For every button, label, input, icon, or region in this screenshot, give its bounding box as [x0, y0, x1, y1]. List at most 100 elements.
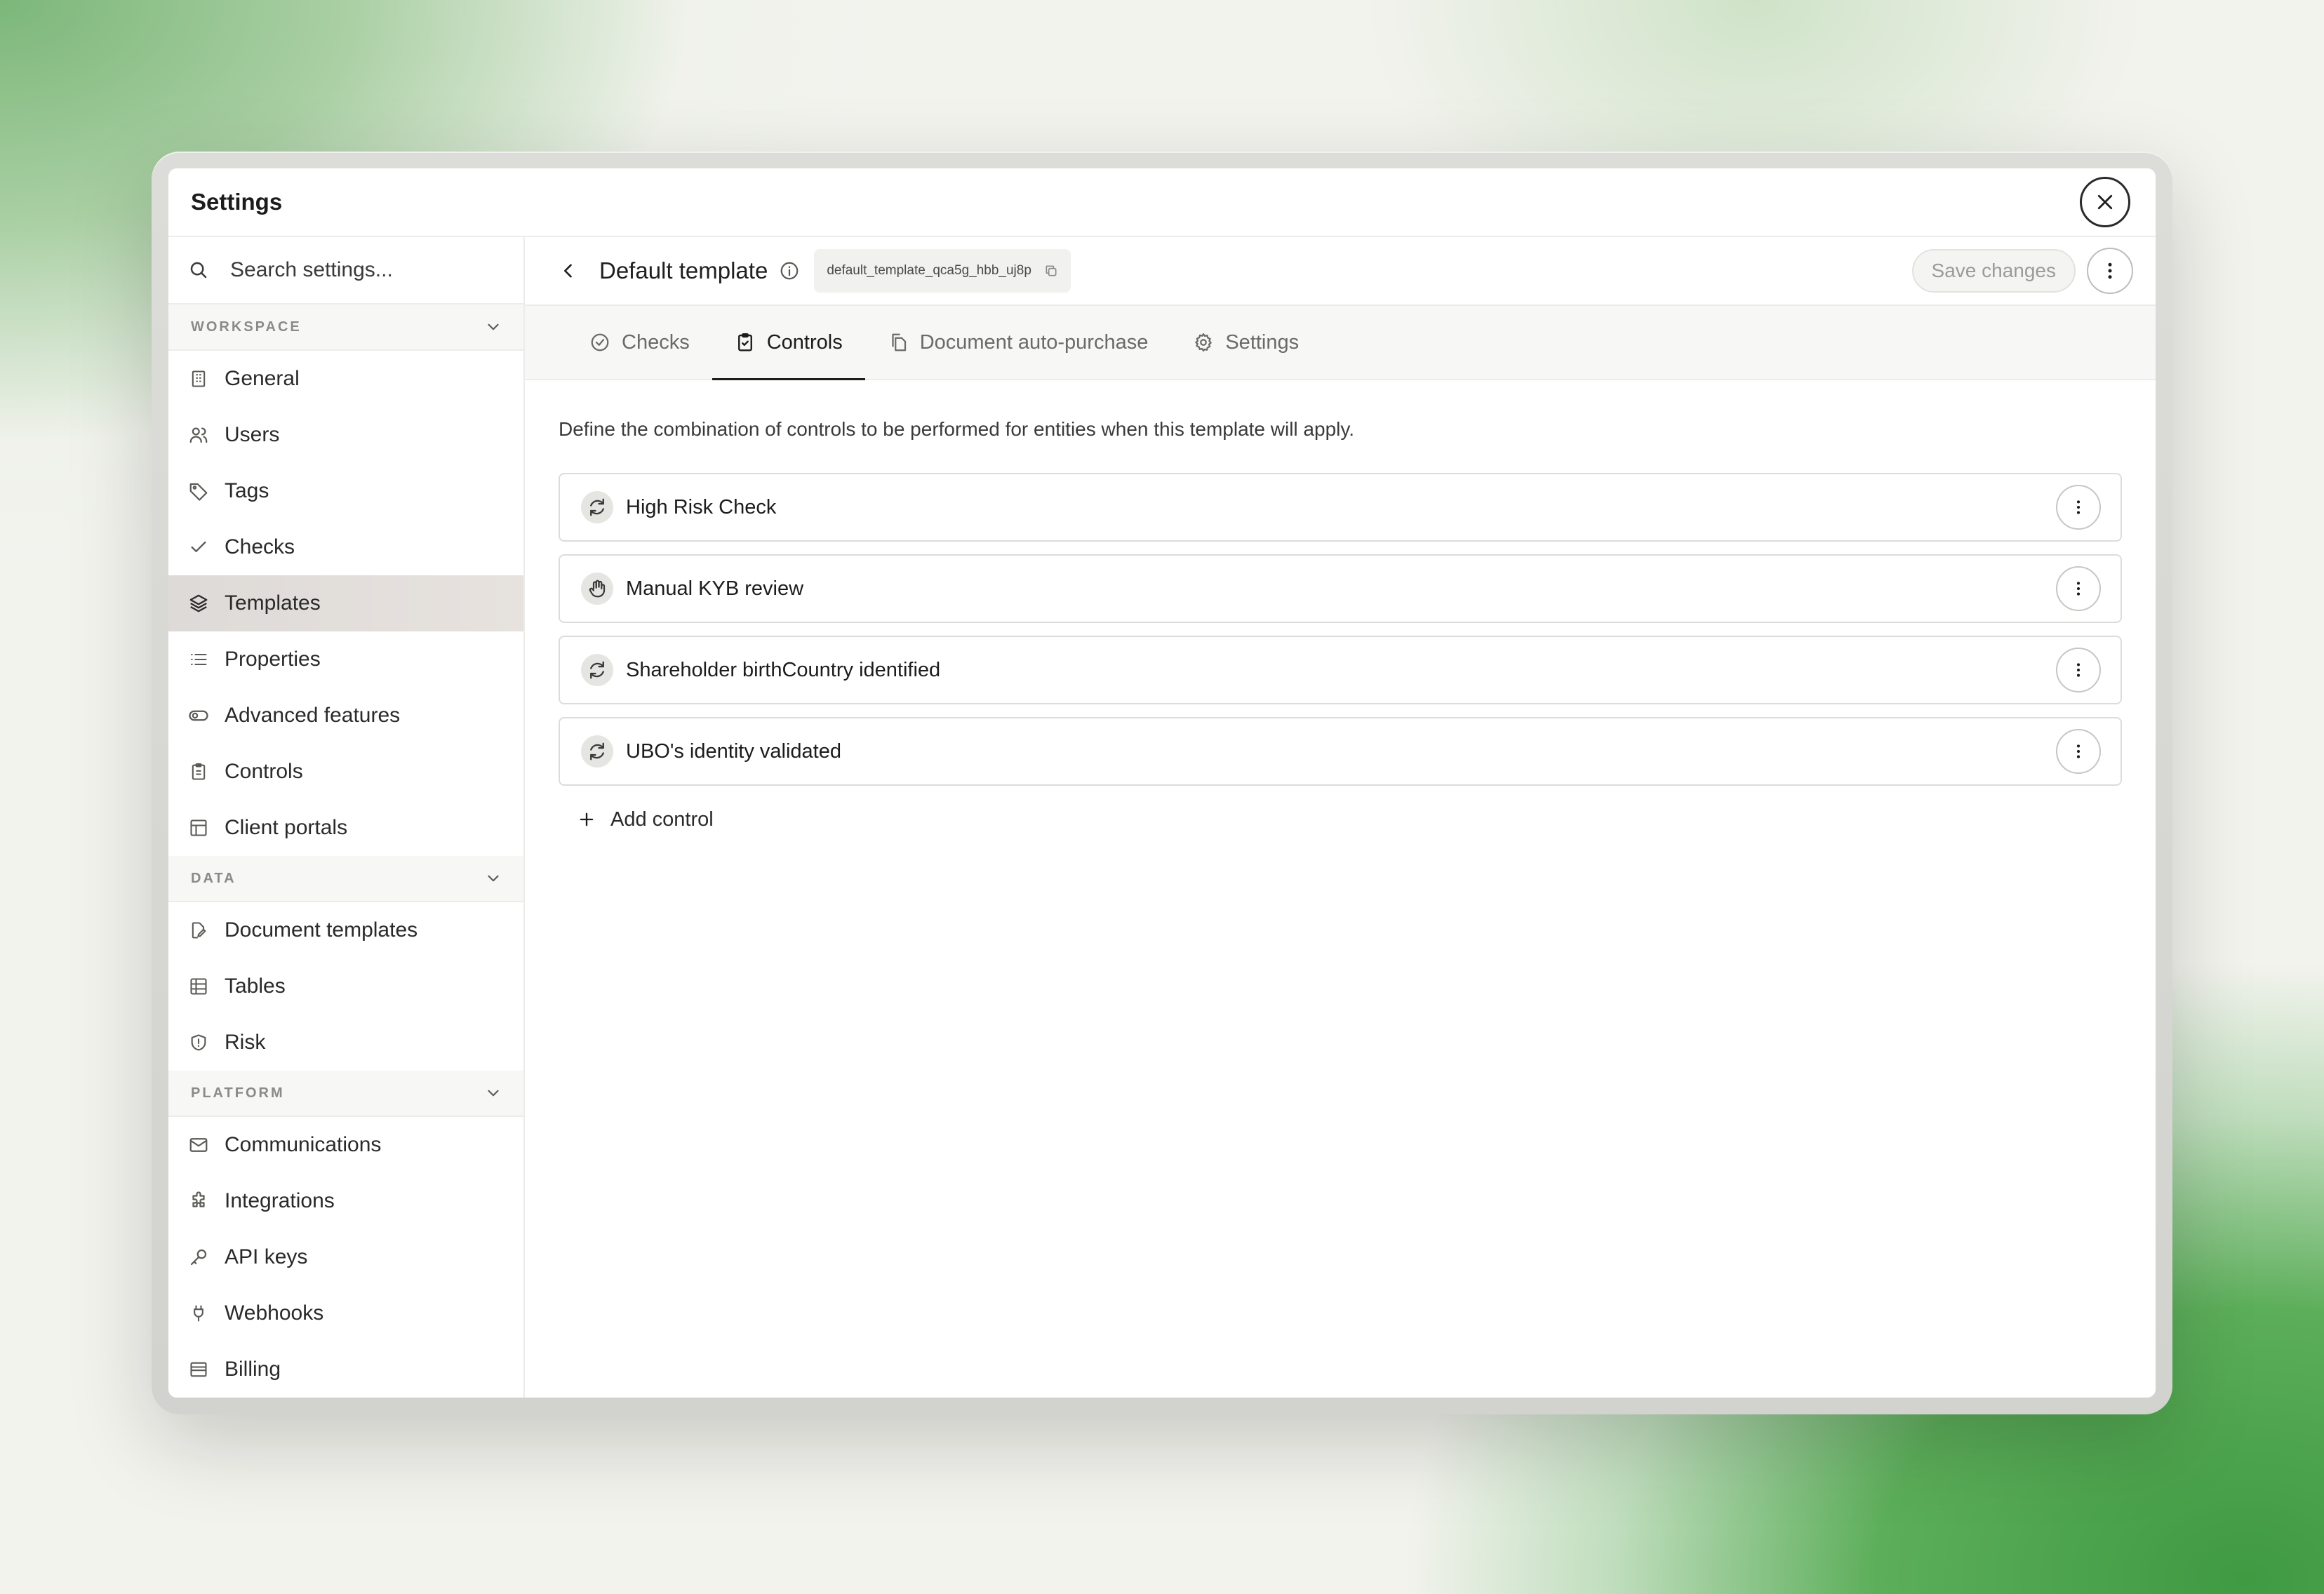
- save-button[interactable]: Save changes: [1911, 249, 2076, 293]
- sidebar-item-checks[interactable]: Checks: [168, 519, 523, 575]
- template-slug-chip[interactable]: default_template_qca5g_hbb_uj8p: [814, 249, 1071, 293]
- search-icon: [190, 262, 207, 279]
- check-circle-icon: [591, 333, 609, 351]
- sidebar-item-label: General: [225, 367, 300, 390]
- back-button[interactable]: [556, 258, 581, 283]
- control-label: Shareholder birthCountry identified: [626, 658, 941, 681]
- page-title: Default template: [599, 257, 768, 283]
- close-icon: [2097, 194, 2113, 210]
- table-icon: [190, 978, 207, 995]
- more-vertical-icon: [2076, 500, 2081, 514]
- shield-icon: [191, 1034, 206, 1051]
- tab-label: Settings: [1225, 330, 1300, 354]
- control-more-button[interactable]: [2056, 485, 2101, 530]
- sidebar-item-api-keys[interactable]: API keys: [168, 1229, 523, 1285]
- sidebar-item-label: Risk: [225, 1031, 266, 1054]
- add-control-label: Add control: [610, 808, 714, 831]
- sidebar-item-label: Tags: [225, 479, 269, 502]
- sidebar-item-document-templates[interactable]: Document templates: [168, 902, 523, 958]
- modal-title: Settings: [191, 189, 283, 215]
- sidebar-item-webhooks[interactable]: Webhooks: [168, 1285, 523, 1341]
- layout-icon: [190, 819, 207, 836]
- section-label: PLATFORM: [191, 1085, 285, 1101]
- search-bar: [168, 237, 523, 304]
- tab-checks[interactable]: Checks: [567, 306, 712, 379]
- tag-icon: [189, 483, 208, 501]
- info-button[interactable]: [777, 259, 801, 283]
- plug-icon: [194, 1305, 203, 1322]
- sidebar-item-controls[interactable]: Controls: [168, 744, 523, 800]
- control-more-button[interactable]: [2056, 648, 2101, 692]
- info-icon: [780, 262, 799, 280]
- sidebar-item-tags[interactable]: Tags: [168, 463, 523, 519]
- control-row[interactable]: UBO's identity validated: [559, 717, 2122, 786]
- file-edit-icon: [192, 922, 206, 939]
- control-more-button[interactable]: [2056, 729, 2101, 774]
- section-platform[interactable]: PLATFORM: [168, 1071, 523, 1117]
- tab-label: Document auto-purchase: [919, 330, 1149, 354]
- users-icon: [189, 427, 208, 443]
- tab-controls[interactable]: Controls: [712, 306, 865, 380]
- section-data[interactable]: DATA: [168, 856, 523, 902]
- sidebar-item-label: Controls: [225, 760, 303, 783]
- more-options-button[interactable]: [2087, 248, 2133, 294]
- control-row[interactable]: High Risk Check: [559, 473, 2122, 542]
- sidebar-item-label: Billing: [225, 1358, 281, 1381]
- chevron-down-icon: [488, 875, 499, 882]
- sidebar-item-label: API keys: [225, 1245, 308, 1268]
- template-slug: default_template_qca5g_hbb_uj8p: [827, 263, 1031, 278]
- sidebar-item-general[interactable]: General: [168, 351, 523, 407]
- control-more-button[interactable]: [2056, 566, 2101, 611]
- sidebar-item-integrations[interactable]: Integrations: [168, 1173, 523, 1229]
- plus-icon: [580, 812, 594, 826]
- control-label: High Risk Check: [626, 495, 777, 518]
- gear-icon: [1195, 333, 1213, 351]
- chevron-down-icon: [488, 1090, 499, 1097]
- sidebar-item-tables[interactable]: Tables: [168, 958, 523, 1014]
- layers-icon: [189, 594, 208, 612]
- template-header: Default template default_template_qca5g_…: [525, 237, 2156, 306]
- hand-icon: [589, 580, 606, 598]
- modal-header: Settings: [168, 168, 2156, 237]
- sidebar-item-communications[interactable]: Communications: [168, 1117, 523, 1173]
- tab-label: Checks: [622, 330, 690, 354]
- more-vertical-icon: [2076, 663, 2081, 677]
- sidebar-item-client-portals[interactable]: Client portals: [168, 800, 523, 856]
- sidebar-item-templates[interactable]: Templates: [168, 575, 523, 631]
- list-icon: [191, 653, 207, 666]
- sidebar-item-properties[interactable]: Properties: [168, 631, 523, 688]
- add-control-button[interactable]: Add control: [559, 798, 2122, 840]
- settings-sidebar: WORKSPACE General Users Tags Checks: [168, 237, 525, 1398]
- sidebar-item-label: Webhooks: [225, 1301, 324, 1325]
- search-input[interactable]: [230, 258, 497, 282]
- toggle-icon: [189, 710, 208, 721]
- section-workspace[interactable]: WORKSPACE: [168, 304, 523, 351]
- sidebar-item-label: Properties: [225, 648, 321, 671]
- control-label: Manual KYB review: [626, 577, 804, 600]
- sidebar-item-label: Client portals: [225, 816, 348, 839]
- refresh-icon: [590, 498, 604, 516]
- refresh-icon: [590, 661, 604, 679]
- tab-settings[interactable]: Settings: [1170, 306, 1321, 379]
- copy-icon[interactable]: [1044, 264, 1058, 278]
- sidebar-item-label: Tables: [225, 975, 286, 998]
- chevron-left-icon: [564, 264, 572, 278]
- tab-document-auto-purchase[interactable]: Document auto-purchase: [865, 306, 1171, 379]
- sidebar-item-risk[interactable]: Risk: [168, 1014, 523, 1071]
- control-row[interactable]: Shareholder birthCountry identified: [559, 636, 2122, 704]
- files-icon: [892, 333, 906, 351]
- clipboard-icon: [192, 763, 206, 780]
- section-label: WORKSPACE: [191, 319, 302, 335]
- section-label: DATA: [191, 870, 236, 886]
- sidebar-item-advanced-features[interactable]: Advanced features: [168, 688, 523, 744]
- chevron-down-icon: [488, 323, 499, 330]
- sidebar-item-label: Users: [225, 423, 280, 446]
- sidebar-item-users[interactable]: Users: [168, 407, 523, 463]
- control-row[interactable]: Manual KYB review: [559, 554, 2122, 623]
- wallet-icon: [190, 1362, 207, 1377]
- mail-icon: [189, 1138, 208, 1152]
- refresh-icon: [590, 742, 604, 761]
- sidebar-item-billing[interactable]: Billing: [168, 1341, 523, 1398]
- more-vertical-icon: [2076, 582, 2081, 596]
- close-button[interactable]: [2080, 177, 2130, 227]
